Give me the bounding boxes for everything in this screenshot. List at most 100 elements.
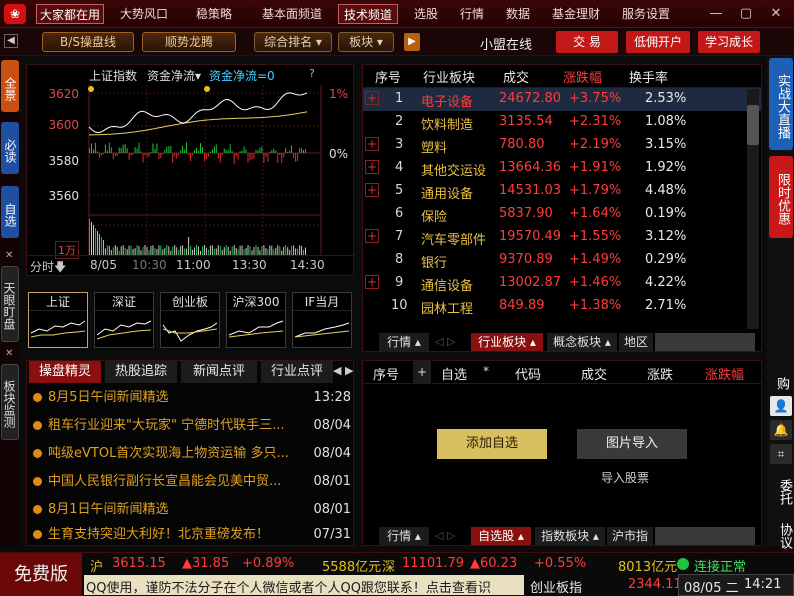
next-arrow-icon[interactable]: ▶ (404, 33, 420, 51)
tab-must-read[interactable]: 必读 (1, 122, 19, 174)
trend-button[interactable]: 顺势龙腾 (142, 32, 236, 52)
mini-chart-hs300[interactable]: 沪深300 (226, 292, 286, 348)
horizontal-scrollbar[interactable] (655, 527, 755, 545)
entrust-tab[interactable]: 委托 (769, 470, 793, 514)
row-change: +1.46% (569, 275, 622, 290)
menu-item-5[interactable]: 技术频道 (338, 4, 398, 24)
add-icon[interactable]: + (413, 361, 431, 383)
tab-sky-eye[interactable]: 天眼盯盘 (1, 266, 19, 342)
tab-news-3[interactable]: 行业点评 (261, 361, 333, 383)
tab-index-sector[interactable]: 指数板块 ▴ (535, 527, 605, 545)
tab-news-0[interactable]: 操盘精灵 (29, 361, 101, 383)
scroll-left-icon[interactable]: ◁ ▷ (435, 529, 455, 542)
news-item[interactable]: 吨级eVTOL首次实现海上物资运输 多只... 08/04 (33, 440, 351, 468)
minimize-icon[interactable]: — (708, 6, 724, 22)
close-icon[interactable]: ✕ (5, 250, 13, 261)
buy-tab[interactable]: 购 (769, 372, 793, 394)
col-header[interactable]: 行业板块 (423, 67, 475, 86)
col-header[interactable]: 涨跌幅 (563, 67, 602, 86)
menu-item-3[interactable]: 稳策略 (184, 4, 244, 24)
import-stock-link[interactable]: 导入股票 (601, 469, 649, 486)
horizontal-scrollbar[interactable] (655, 333, 755, 351)
table-row[interactable]: +5 通用设备 14531.03 +1.79% 4.48% (363, 180, 761, 203)
news-item[interactable]: 生育支持突迎大利好！北京重磅发布！ 07/31 (33, 524, 351, 546)
tab-bottom-quote[interactable]: 行情 ▴ (379, 333, 429, 351)
intraday-chart[interactable]: 上证指数 资金净流▾ 资金净流=0 ? 3620 3600 3580 3560 … (26, 64, 355, 276)
mini-chart-cyb[interactable]: 创业板 (160, 292, 220, 348)
menu-item-7[interactable]: 行情 (452, 4, 492, 24)
news-item[interactable]: 租车行业迎来"大玩家" 宁德时代联手三... 08/04 (33, 412, 351, 440)
bell-icon[interactable]: 🔔 (770, 420, 792, 440)
tab-watch-stock[interactable]: 自选股 ▴ (471, 527, 531, 545)
close-icon[interactable]: ✕ (768, 6, 784, 22)
period-dropdown[interactable]: 分时🡇 (30, 258, 66, 279)
x-label: 11:00 (176, 258, 211, 272)
user-icon[interactable]: 👤 (770, 396, 792, 416)
col-header[interactable]: 序号 (373, 364, 399, 383)
menu-item-10[interactable]: 服务设置 (614, 4, 678, 24)
maximize-icon[interactable]: ▢ (738, 6, 754, 22)
trade-button[interactable]: 交 易 (556, 31, 618, 53)
scrollbar[interactable] (747, 89, 759, 329)
menu-item-8[interactable]: 数据 (498, 4, 538, 24)
image-import-button[interactable]: 图片导入 (577, 429, 687, 459)
news-item[interactable]: 中国人民银行副行长宣昌能会见美中贸... 08/01 (33, 468, 351, 496)
tab-sh-index[interactable]: 沪市指数 (607, 527, 653, 545)
prev-arrow-icon[interactable]: ◀ (4, 34, 18, 48)
col-header[interactable]: 换手率 (629, 67, 668, 86)
protocol-tab[interactable]: 协议 (769, 516, 793, 556)
table-row[interactable]: +7 汽车零部件 19570.49 +1.55% 3.12% (363, 226, 761, 249)
menu-item-9[interactable]: 基金理财 (544, 4, 608, 24)
limited-offer-tab[interactable]: 限时优惠 (769, 156, 793, 238)
close-icon[interactable]: ✕ (5, 348, 13, 359)
mini-chart-sh[interactable]: 上证 (28, 292, 88, 348)
scroll-left-icon[interactable]: ◁ ▷ (435, 335, 455, 348)
table-row[interactable]: 10 园林工程 849.89 +1.38% 2.71% (363, 295, 761, 318)
tab-region-sector[interactable]: 地区 (619, 333, 653, 351)
tab-watchlist[interactable]: 自选 (1, 186, 19, 238)
col-header[interactable]: 成交 (581, 364, 607, 383)
menu-item-4[interactable]: 基本面频道 (252, 4, 332, 24)
mini-chart-sz[interactable]: 深证 (94, 292, 154, 348)
mini-chart-if[interactable]: IF当月 (292, 292, 352, 348)
live-broadcast-tab[interactable]: 实战大直播 (769, 58, 793, 150)
learn-button[interactable]: 学习成长 (698, 31, 760, 53)
col-header[interactable]: 自选 (441, 364, 467, 383)
table-row[interactable]: +9 通信设备 13002.87 +1.46% 4.22% (363, 272, 761, 295)
sector-dropdown[interactable]: 板块 ▾ (338, 32, 394, 52)
notice-ticker[interactable]: QQ使用，谨防不法分子在个人微信或者个人QQ跟您联系！点击查看识 (86, 577, 522, 596)
menu-item-2[interactable]: 大势风口 (112, 4, 176, 24)
tab-news-1[interactable]: 热股追踪 (105, 361, 177, 383)
rank-dropdown[interactable]: 综合排名 ▾ (254, 32, 332, 52)
table-row[interactable]: +1 电子设备 24672.80 +3.75% 2.53% (363, 88, 761, 111)
table-row[interactable]: 2 饮料制造 3135.54 +2.31% 1.08% (363, 111, 761, 134)
tab-panorama[interactable]: 全景 (1, 60, 19, 112)
volume-bar (215, 248, 217, 255)
tab-concept-sector[interactable]: 概念板块 ▴ (547, 333, 617, 351)
table-row[interactable]: 6 保险 5837.90 +1.64% 0.19% (363, 203, 761, 226)
menu-item-6[interactable]: 选股 (406, 4, 446, 24)
tab-industry-sector[interactable]: 行业板块 ▴ (471, 333, 543, 351)
tab-bottom-quote[interactable]: 行情 ▴ (379, 527, 429, 545)
crop-icon[interactable]: ⌗ (770, 444, 792, 464)
news-item[interactable]: 8月1日午间新闻精选 08/01 (33, 496, 351, 524)
col-header[interactable]: 成交 (503, 67, 529, 86)
col-header[interactable]: 代码 (515, 364, 541, 383)
news-item[interactable]: 8月5日午间新闻精选 13:28 (33, 384, 351, 412)
table-row[interactable]: +3 塑料 780.80 +2.19% 3.15% (363, 134, 761, 157)
table-row[interactable]: +4 其他交运设 13664.36 +1.91% 1.92% (363, 157, 761, 180)
menu-item-1[interactable]: 大家都在用 (36, 4, 104, 24)
bs-line-button[interactable]: B/S操盘线 (42, 32, 134, 52)
col-header[interactable]: 涨跌 (647, 364, 673, 383)
volume-bar (283, 246, 285, 255)
add-watch-button[interactable]: 添加自选 (437, 429, 547, 459)
table-row[interactable]: 8 银行 9370.89 +1.49% 0.29% (363, 249, 761, 272)
open-account-button[interactable]: 低佣开户 (626, 31, 690, 53)
tab-news-2[interactable]: 新闻点评 (181, 361, 257, 383)
free-version-badge[interactable]: 免费版 (0, 553, 82, 596)
col-header[interactable]: 序号 (375, 67, 401, 86)
tab-next-icon[interactable]: ▶ (345, 364, 353, 377)
tab-sector-monitor[interactable]: 板块监测 (1, 364, 19, 440)
col-header[interactable]: 涨跌幅 (705, 364, 744, 383)
tab-prev-icon[interactable]: ◀ (333, 364, 341, 377)
